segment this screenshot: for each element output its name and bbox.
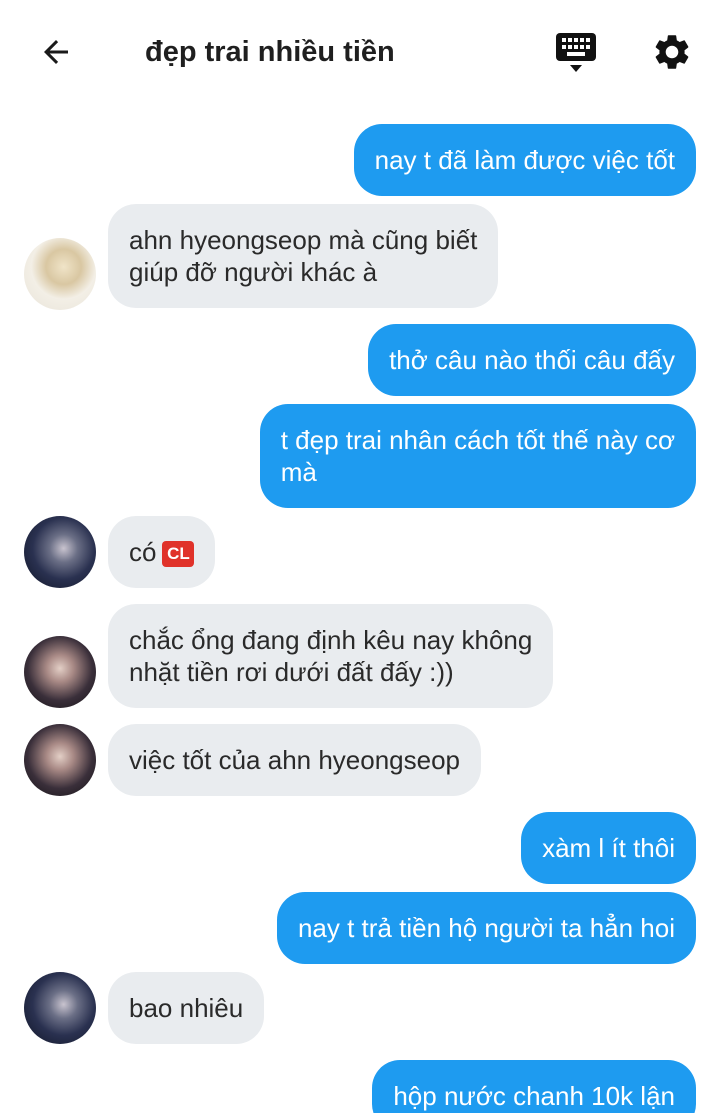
message-bubble-incoming[interactable]: chắc ổng đang định kêu nay không nhặt ti… [108,604,554,708]
message-bubble-incoming[interactable]: ahn hyeongseop mà cũng biết giúp đỡ ngườ… [108,204,499,308]
chat-title: đẹp trai nhiều tiền [145,36,395,68]
arrow-left-icon [44,40,68,64]
avatar[interactable] [24,724,96,796]
message-bubble-incoming[interactable]: có CL [108,516,216,588]
message-bubble-incoming[interactable]: việc tốt của ahn hyeongseop [108,724,482,796]
avatar[interactable] [24,238,96,310]
avatar[interactable] [24,972,96,1044]
cl-emoji-badge: CL [162,541,195,568]
message-bubble-incoming[interactable]: bao nhiêu [108,972,265,1044]
settings-button[interactable] [648,28,696,76]
gear-icon [655,35,689,69]
message-bubble-outgoing[interactable]: hộp nước chanh 10k lận [372,1060,696,1113]
chat-header: đẹp trai nhiều tiền [0,0,720,104]
message-list[interactable]: nay t đã làm được việc tốt ahn hyeongseo… [0,104,720,1113]
message-bubble-outgoing[interactable]: nay t trả tiền hộ người ta hẳn hoi [276,892,696,964]
back-button[interactable] [34,30,78,74]
chat-screen: đẹp trai nhiều tiền nay t đã làm được vi… [0,0,720,1113]
keyboard-button[interactable] [552,28,600,76]
message-bubble-outgoing[interactable]: xàm l ít thôi [521,812,696,884]
message-bubble-outgoing[interactable]: t đẹp trai nhân cách tốt thế này cơ mà [259,404,696,508]
keyboard-icon [556,33,596,72]
avatar[interactable] [24,516,96,588]
message-bubble-outgoing[interactable]: thở câu nào thối câu đấy [368,324,696,396]
message-text: có [129,537,157,567]
message-bubble-outgoing[interactable]: nay t đã làm được việc tốt [353,124,696,196]
avatar[interactable] [24,636,96,708]
